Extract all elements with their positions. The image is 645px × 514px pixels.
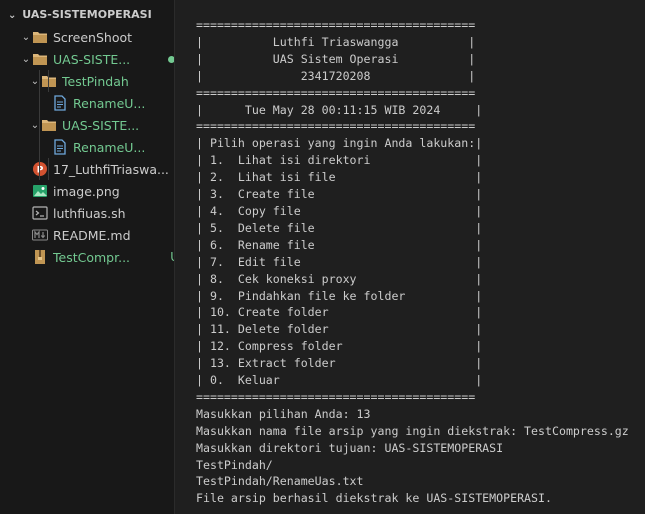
tree-item-label: UAS-SISTE... (62, 117, 140, 133)
git-modified-dot (168, 55, 174, 63)
terminal-line: | 12. Compress folder | (196, 339, 483, 354)
tree-folder[interactable]: ⌄ UAS-SISTE... (0, 114, 174, 136)
tree-folder[interactable]: ⌄ ScreenShoot (0, 26, 174, 48)
terminal-line: | 3. Create file | (196, 187, 483, 202)
tree-file[interactable]: README.md (0, 224, 174, 246)
tree-item-label: RenameU... (73, 139, 146, 155)
svg-text:P: P (37, 166, 44, 176)
terminal-line: | 0. Keluar | (196, 373, 483, 388)
tree-item-label: 17_LuthfiTriaswa... (53, 161, 169, 177)
terminal-line: Masukkan nama file arsip yang ingin diek… (196, 423, 629, 438)
terminal-line: TestPindah/RenameUas.txt (196, 474, 364, 489)
chevron-down-icon[interactable]: ⌄ (20, 32, 32, 43)
tree-item-label: README.md (53, 227, 131, 243)
explorer-sidebar: ⌄ UAS-SISTEMOPERASI ⌄ ScreenShoot ⌄ UAS-SIS… (0, 0, 175, 514)
tree-item-label: image.png (53, 183, 120, 199)
terminal-line: | 11. Delete folder | (196, 322, 483, 337)
markdown-icon (32, 227, 48, 243)
indent-guide (48, 158, 49, 180)
tree-file[interactable]: luthfiuas.sh (0, 202, 174, 224)
tree-file[interactable]: RenameU...U (0, 136, 174, 158)
terminal-line: | 9. Pindahkan file ke folder | (196, 288, 483, 303)
archive-icon (32, 249, 48, 265)
tree-file[interactable]: P 17_LuthfiTriaswa... (0, 158, 174, 180)
terminal-line: | Tue May 28 00:11:15 WIB 2024 | (196, 102, 483, 117)
terminal-line: ======================================== (196, 119, 476, 134)
tree-folder[interactable]: ⌄ UAS-SISTE... (0, 48, 174, 70)
terminal-line: | 7. Edit file | (196, 254, 483, 269)
folder-icon (41, 73, 57, 89)
tree-file[interactable]: RenameU...U (0, 92, 174, 114)
tree-item-label: TestPindah (62, 73, 129, 89)
tree-item-label: ScreenShoot (53, 29, 133, 45)
terminal-line: | 5. Delete file | (196, 220, 483, 235)
terminal-line: ======================================== (196, 18, 476, 32)
terminal-line: | 4. Copy file | (196, 203, 483, 218)
tree-item-label: RenameU... (73, 95, 146, 111)
terminal-line: File arsip berhasil diekstrak ke UAS-SIS… (196, 491, 552, 506)
shell-script-icon (32, 205, 48, 221)
folder-icon (32, 51, 48, 67)
terminal-line: | 1. Lihat isi direktori | (196, 153, 483, 168)
terminal-line: | 13. Extract folder | (196, 356, 483, 371)
terminal-line: | Pilih operasi yang ingin Anda lakukan:… (196, 136, 483, 151)
terminal-panel[interactable]: ========================================… (176, 0, 645, 514)
tree-item-label: UAS-SISTE... (53, 51, 131, 67)
terminal-line: | 6. Rename file | (196, 237, 483, 252)
image-file-icon (32, 183, 48, 199)
terminal-output: ========================================… (196, 17, 629, 507)
terminal-line: | 8. Cek koneksi proxy | (196, 271, 483, 286)
tree-item-label: luthfiuas.sh (53, 205, 126, 221)
indent-guide (48, 70, 49, 92)
terminal-line: Masukkan pilihan Anda: 13 (196, 406, 371, 421)
terminal-line: | 2. Lihat isi file | (196, 170, 483, 185)
git-status-badge: U (170, 250, 174, 264)
terminal-line: ======================================== (196, 389, 476, 404)
terminal-line: | Luthfi Triaswangga | (196, 34, 476, 49)
text-file-icon (52, 139, 68, 155)
terminal-line: | UAS Sistem Operasi | (196, 51, 476, 66)
tree-folder[interactable]: ⌄ TestPindah (0, 70, 174, 92)
tree-item-label: TestCompr... (53, 249, 131, 265)
terminal-line: TestPindah/ (196, 457, 273, 472)
chevron-down-icon: ⌄ (8, 10, 17, 21)
tree-file[interactable]: image.png (0, 180, 174, 202)
terminal-line: | 2341720208 | (196, 68, 476, 83)
folder-icon (41, 117, 57, 133)
terminal-line: | 10. Create folder | (196, 305, 483, 320)
chevron-down-icon[interactable]: ⌄ (20, 54, 32, 65)
tree-file[interactable]: TestCompr... U (0, 246, 174, 268)
terminal-line: ======================================== (196, 85, 476, 100)
terminal-line: Masukkan direktori tujuan: UAS-SISTEMOPE… (196, 440, 504, 455)
text-file-icon (52, 95, 68, 111)
powerpoint-icon: P (32, 161, 48, 177)
folder-icon (32, 29, 48, 45)
indent-guide (39, 70, 40, 180)
